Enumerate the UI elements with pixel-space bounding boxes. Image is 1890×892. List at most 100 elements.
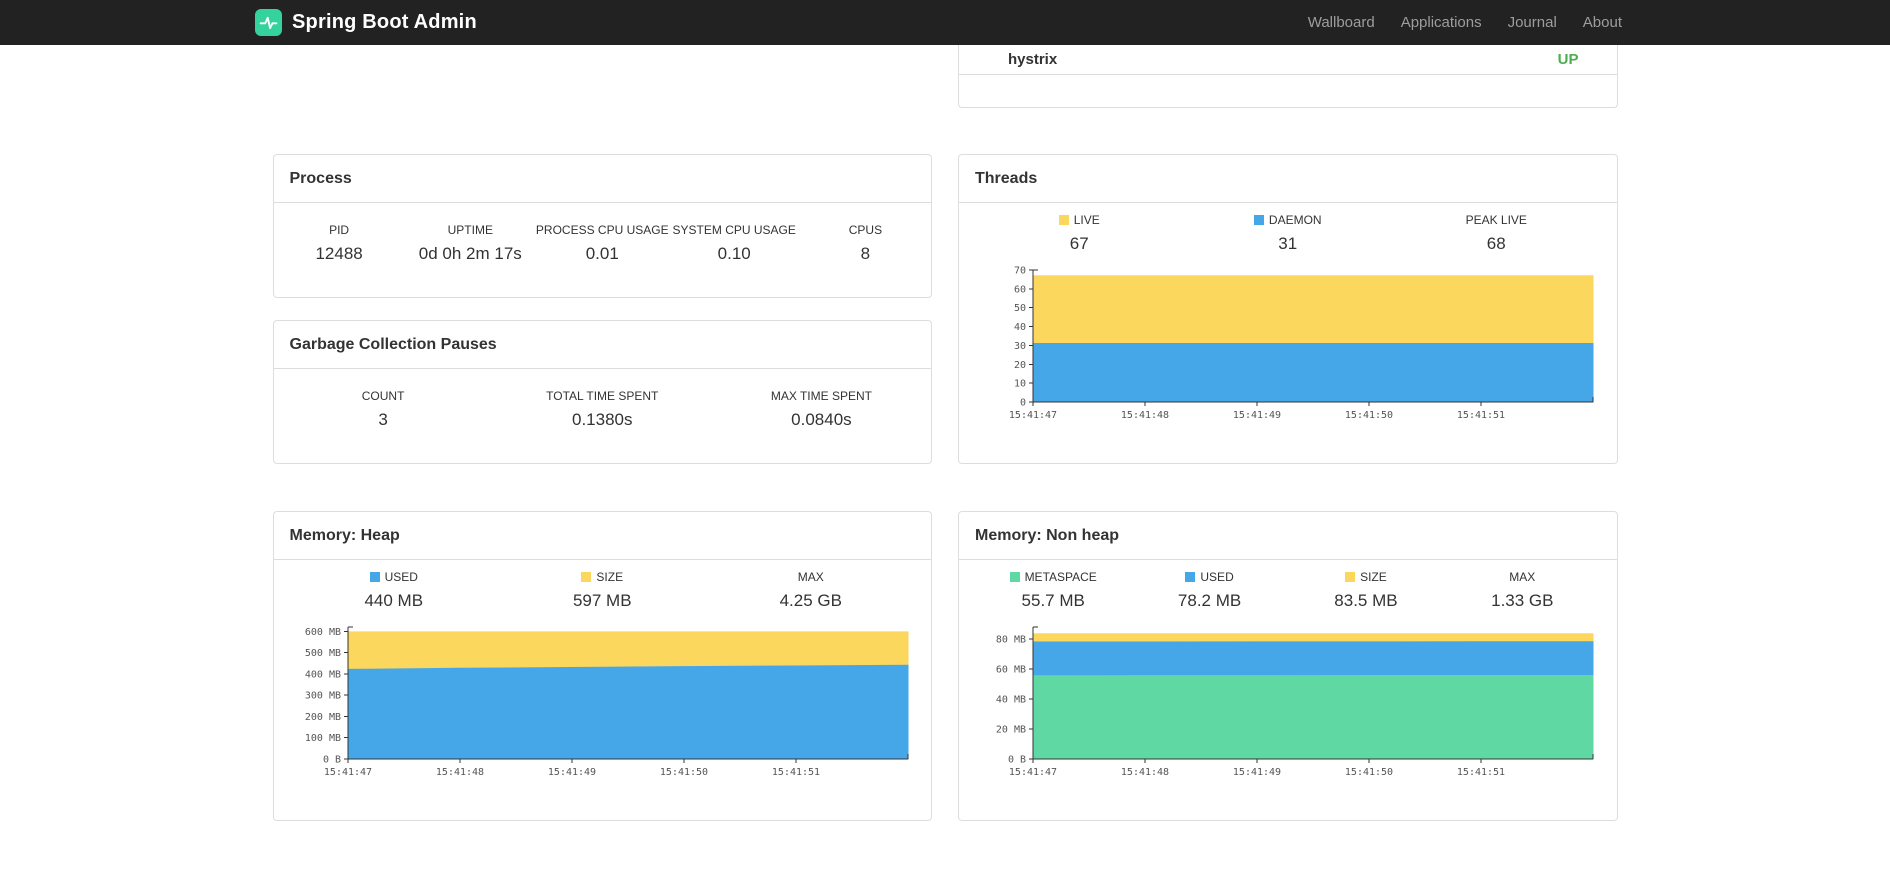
legend-value: 31: [1278, 234, 1298, 253]
stat-label: COUNT: [361, 389, 405, 403]
svg-text:40: 40: [1014, 322, 1026, 333]
applications-panel-partial: hystrix UP: [958, 45, 1618, 108]
stat-pid: PID 12488: [274, 223, 405, 264]
stat-label: UPTIME: [447, 223, 493, 237]
legend-label: USED: [1131, 570, 1287, 584]
legend-text: USED: [384, 570, 418, 584]
svg-text:15:41:51: 15:41:51: [1457, 767, 1505, 778]
legend-peak-live: PEAK LIVE 68: [1392, 213, 1601, 254]
nonheap-legend: METASPACE 55.7 MB USED 78.2 MB SIZE 83.5…: [975, 560, 1601, 611]
legend-value: 440 MB: [364, 591, 424, 610]
legend-label: METASPACE: [975, 570, 1131, 584]
col-right-middle: Threads LIVE 67 DAEMON 31 PEAK LIVE 68 0…: [958, 154, 1618, 464]
stat-value: 0d 0h 2m 17s: [418, 244, 522, 263]
memory-nonheap-panel-title: Memory: Non heap: [959, 512, 1617, 560]
stat-gc-max-time: MAX TIME SPENT 0.0840s: [712, 389, 931, 430]
nav-item-wallboard[interactable]: Wallboard: [1295, 0, 1388, 45]
legend-text: LIVE: [1073, 213, 1100, 227]
gc-panel: Garbage Collection Pauses COUNT 3 TOTAL …: [272, 320, 932, 464]
stat-value: 12488: [315, 244, 363, 263]
process-panel-title: Process: [273, 155, 931, 203]
legend-metaspace: METASPACE 55.7 MB: [975, 570, 1131, 611]
metaspace-swatch: [1009, 572, 1020, 582]
svg-text:200 MB: 200 MB: [304, 712, 340, 723]
stat-gc-total-time: TOTAL TIME SPENT 0.1380s: [493, 389, 712, 430]
brand-title: Spring Boot Admin: [292, 11, 477, 33]
col-left-middle: Process PID 12488 UPTIME 0d 0h 2m 17s PR…: [272, 154, 932, 464]
svg-text:15:41:48: 15:41:48: [1121, 410, 1169, 421]
threads-legend: LIVE 67 DAEMON 31 PEAK LIVE 68: [975, 203, 1601, 254]
svg-text:15:41:51: 15:41:51: [1457, 410, 1505, 421]
process-panel: Process PID 12488 UPTIME 0d 0h 2m 17s PR…: [272, 154, 932, 298]
legend-value: 55.7 MB: [1021, 591, 1085, 610]
heap-size-swatch: [581, 572, 592, 582]
row-applications: hystrix UP: [273, 45, 1618, 108]
memory-nonheap-chart: 0 B 20 MB 40 MB 60 MB 80 MB 15:41:47 15:41:48 1…: [975, 621, 1601, 783]
svg-text:60: 60: [1014, 284, 1026, 295]
svg-text:500 MB: 500 MB: [304, 648, 340, 659]
stat-label: CPUS: [848, 223, 883, 237]
svg-text:15:41:47: 15:41:47: [1009, 767, 1057, 778]
spring-boot-admin-logo-icon: [255, 9, 282, 36]
svg-text:0: 0: [1020, 398, 1026, 409]
col-left-empty: [273, 45, 933, 108]
legend-heap-max: MAX 4.25 GB: [707, 570, 916, 611]
legend-text: MAX: [1509, 570, 1536, 584]
legend-value: 78.2 MB: [1177, 591, 1242, 610]
stat-label: TOTAL TIME SPENT: [546, 389, 659, 403]
brand-link[interactable]: Spring Boot Admin: [255, 9, 477, 36]
svg-text:15:41:51: 15:41:51: [771, 767, 819, 778]
status-badge: UP: [1557, 51, 1579, 68]
legend-heap-used: USED 440 MB: [290, 570, 499, 611]
legend-label: MAX: [1444, 570, 1600, 584]
legend-value: 597 MB: [572, 591, 632, 610]
svg-text:20: 20: [1014, 360, 1026, 371]
gc-panel-title: Garbage Collection Pauses: [273, 321, 931, 369]
legend-text: SIZE: [1360, 570, 1387, 584]
nav-item-applications[interactable]: Applications: [1388, 0, 1495, 45]
svg-text:300 MB: 300 MB: [304, 691, 340, 702]
svg-text:0 B: 0 B: [322, 755, 340, 766]
legend-value: 67: [1069, 234, 1089, 253]
legend-text: DAEMON: [1268, 213, 1322, 227]
legend-label: MAX: [707, 570, 916, 584]
svg-text:30: 30: [1014, 341, 1026, 352]
svg-text:15:41:49: 15:41:49: [547, 767, 595, 778]
memory-nonheap-panel-body: METASPACE 55.7 MB USED 78.2 MB SIZE 83.5…: [959, 560, 1617, 783]
memory-nonheap-panel: Memory: Non heap METASPACE 55.7 MB USED …: [958, 511, 1618, 821]
stat-gc-count: COUNT 3: [274, 389, 493, 430]
legend-live: LIVE 67: [975, 213, 1184, 254]
svg-text:15:41:49: 15:41:49: [1233, 410, 1281, 421]
legend-value: 4.25 GB: [779, 591, 842, 610]
legend-daemon: DAEMON 31: [1184, 213, 1393, 254]
svg-text:100 MB: 100 MB: [304, 733, 340, 744]
navbar-menu: Wallboard Applications Journal About: [1295, 0, 1635, 45]
legend-nonheap-used: USED 78.2 MB: [1131, 570, 1287, 611]
daemon-series-swatch: [1253, 215, 1264, 225]
series-daemon: [1032, 343, 1594, 403]
application-name: hystrix: [1008, 51, 1058, 68]
nav-item-about[interactable]: About: [1570, 0, 1635, 45]
nav-item-journal[interactable]: Journal: [1495, 0, 1570, 45]
col-left-bottom: Memory: Heap USED 440 MB SIZE 597 MB MAX: [272, 511, 932, 821]
threads-panel: Threads LIVE 67 DAEMON 31 PEAK LIVE 68 0…: [958, 154, 1618, 464]
legend-label: USED: [290, 570, 499, 584]
svg-text:400 MB: 400 MB: [304, 669, 340, 680]
memory-heap-panel-title: Memory: Heap: [273, 512, 931, 560]
stat-value: 0.10: [717, 244, 751, 263]
row-middle: Process PID 12488 UPTIME 0d 0h 2m 17s PR…: [272, 154, 1618, 464]
memory-heap-panel: Memory: Heap USED 440 MB SIZE 597 MB MAX: [272, 511, 932, 821]
svg-text:15:41:49: 15:41:49: [1233, 767, 1281, 778]
process-stats: PID 12488 UPTIME 0d 0h 2m 17s PROCESS CP…: [274, 203, 932, 264]
nonheap-size-swatch: [1345, 572, 1356, 582]
series-metaspace: [1032, 675, 1594, 760]
svg-text:0 B: 0 B: [1008, 755, 1026, 766]
application-row-hystrix[interactable]: hystrix UP: [959, 45, 1617, 75]
stat-system-cpu-usage: SYSTEM CPU USAGE 0.10: [669, 223, 800, 264]
heap-legend: USED 440 MB SIZE 597 MB MAX 4.25 GB: [290, 560, 916, 611]
col-right-top: hystrix UP: [958, 45, 1618, 108]
stat-label: PID: [329, 223, 350, 237]
stat-uptime: UPTIME 0d 0h 2m 17s: [405, 223, 536, 264]
stat-label: SYSTEM CPU USAGE: [672, 223, 796, 237]
legend-text: USED: [1200, 570, 1234, 584]
